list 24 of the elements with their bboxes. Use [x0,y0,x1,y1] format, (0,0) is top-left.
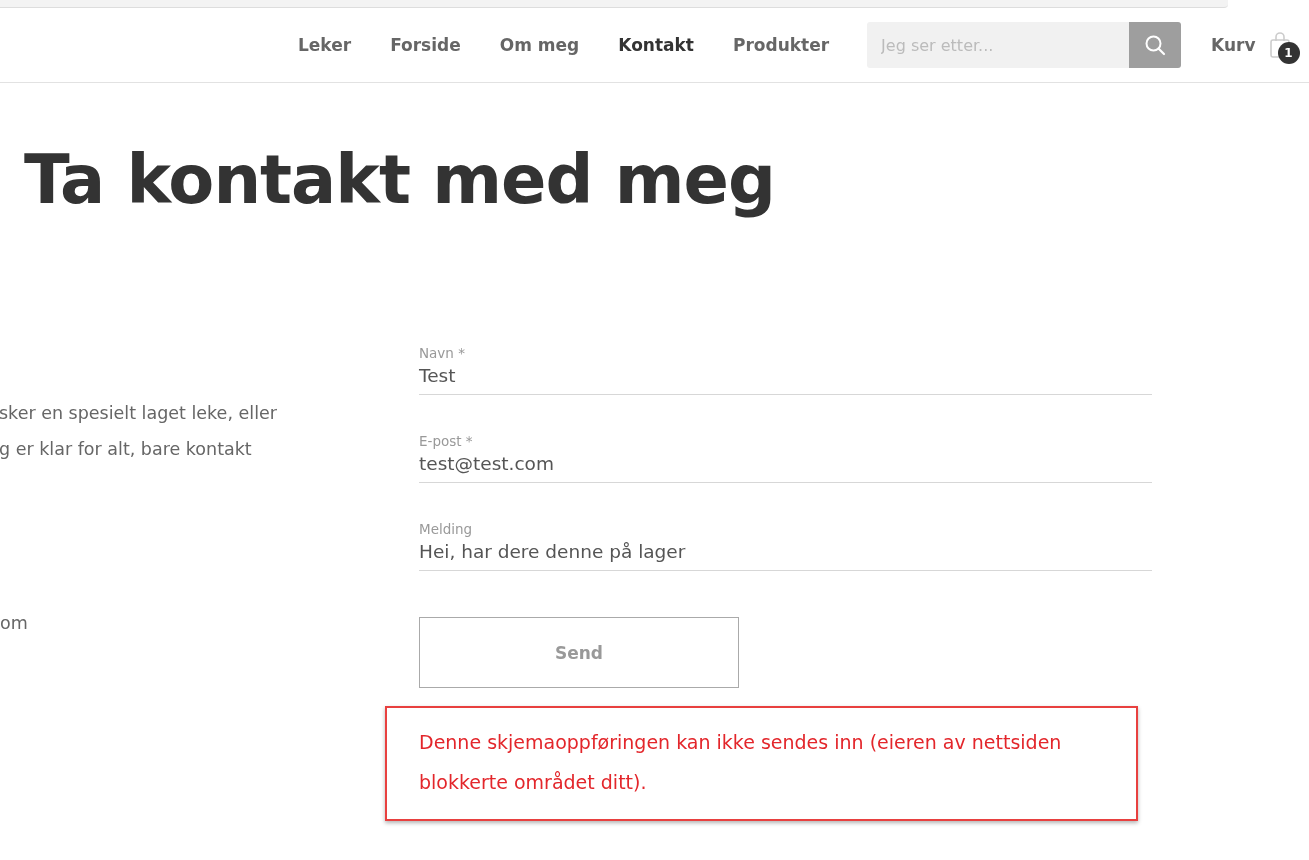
nav-link[interactable]: Kontakt [618,35,694,55]
field-label: E-post * [419,433,474,449]
field-value: Test [419,365,457,386]
form-field[interactable]: Navn * Test [419,345,1152,395]
field-label: Navn * [419,345,466,361]
page-title: Ta kontakt med meg [24,140,776,221]
cart-count-badge: 1 [1277,42,1300,64]
cart-link[interactable]: Kurv [1211,35,1256,55]
nav-link[interactable]: Produkter [732,35,830,55]
search-icon [1144,34,1167,56]
search-button[interactable] [1129,22,1182,68]
field-value: test@test.com [419,453,555,474]
nav-link[interactable]: Om meg [499,35,580,55]
nav-link[interactable]: Forside [390,35,461,55]
intro-text: g er klar for alt, bare kontakt [0,438,253,461]
intro-text: sker en spesielt laget leke, eller [0,402,278,425]
form-field[interactable]: E-post * test@test.com [419,433,1152,483]
field-value: Hei, har dere denne på lager [419,541,687,562]
nav-link[interactable]: Leker [298,35,352,55]
shopping-bag-icon [1269,32,1290,58]
error-message: Denne skjemaoppføringen kan ikke sendes inn (eieren av nettsiden blokkerte området ditt). [419,730,1063,795]
form-field[interactable]: Melding Hei, har dere denne på lager [419,521,1152,571]
field-label: Melding [419,521,474,537]
contact-text: om [0,613,29,633]
